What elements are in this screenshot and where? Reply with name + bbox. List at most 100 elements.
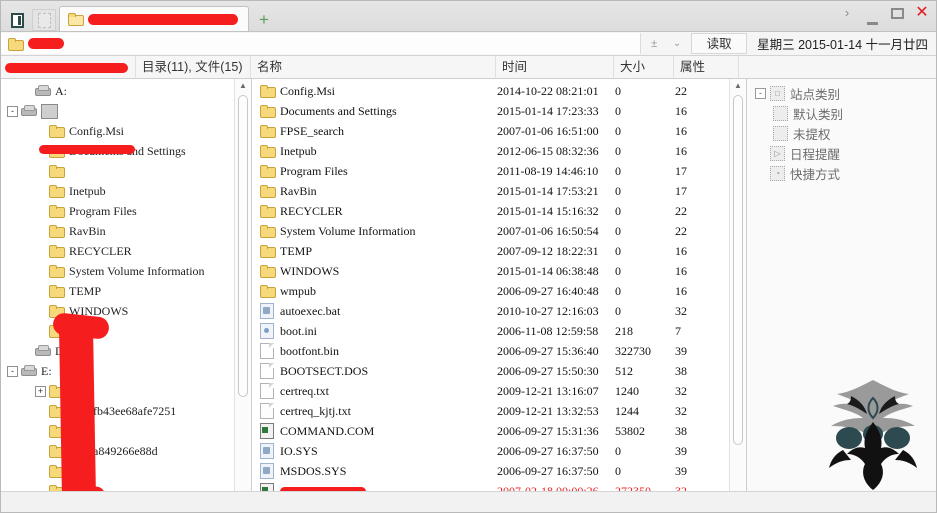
tree-item-label: 7546fb43ee68afe7251 <box>69 403 177 418</box>
tree-item[interactable]: RECYCLER <box>1 241 251 261</box>
tree-item[interactable]: D: <box>1 341 251 361</box>
maximize-button[interactable] <box>891 7 904 19</box>
column-header-name[interactable]: 名称 <box>251 56 496 78</box>
folder-icon <box>49 245 65 258</box>
cell-time: 2015-01-14 17:53:21 <box>497 183 599 198</box>
scroll-up-arrow[interactable]: ▲ <box>235 79 251 93</box>
site-category-item[interactable]: ◔ 快捷方式 <box>753 163 936 183</box>
file-name-label: Documents and Settings <box>280 103 397 118</box>
table-row[interactable]: TEMP 2007-09-12 18:22:31 0 16 <box>252 241 746 261</box>
tree-item[interactable]: Config.Msi <box>1 121 251 141</box>
tree-item[interactable]: 8729a849266e88d <box>1 441 251 461</box>
tree-item[interactable]: wmpub <box>1 321 251 341</box>
new-tab-button[interactable]: + <box>259 11 269 31</box>
secondary-panel-button[interactable] <box>32 9 56 31</box>
status-bar <box>1 491 936 512</box>
tree-item[interactable]: - <box>1 101 251 121</box>
tree-item[interactable]: Inetpub <box>1 181 251 201</box>
site-category-item[interactable]: 默认类别 <box>753 103 936 123</box>
tree-item[interactable] <box>1 161 251 181</box>
folder-icon <box>260 145 276 158</box>
tree-item[interactable]: Documents and Settings <box>1 141 251 161</box>
table-row[interactable]: Inetpub 2012-06-15 08:32:36 0 16 <box>252 141 746 161</box>
site-category-item[interactable]: - □ 站点类别 <box>753 83 936 103</box>
column-header-attr[interactable]: 属性 <box>674 56 739 78</box>
table-row[interactable]: wmpub 2006-09-27 16:40:48 0 16 <box>252 281 746 301</box>
table-row[interactable]: Documents and Settings 2015-01-14 17:23:3… <box>252 101 746 121</box>
site-category-tree: - □ 站点类别 默认类别 未提权 ▷ 日程提醒 ◔ 快捷方式 <box>747 79 936 183</box>
table-row[interactable]: Program Files 2011-08-19 14:46:10 0 17 <box>252 161 746 181</box>
file-file-icon <box>260 343 274 359</box>
list-scrollbar[interactable]: ▲ ▼ <box>729 79 746 512</box>
table-row[interactable]: certreq_kjtj.txt 2009-12-21 13:32:53 1244 3… <box>252 401 746 421</box>
folder-icon <box>49 165 65 178</box>
site-category-item[interactable]: ▷ 日程提醒 <box>753 143 936 163</box>
cell-size: 0 <box>615 283 621 298</box>
tab-active[interactable] <box>59 6 249 31</box>
tree-item[interactable] <box>1 461 251 481</box>
table-row[interactable]: IO.SYS 2006-09-27 16:37:50 0 39 <box>252 441 746 461</box>
table-row[interactable]: certreq.txt 2009-12-21 13:16:07 1240 32 <box>252 381 746 401</box>
column-header-size[interactable]: 大小 <box>614 56 674 78</box>
panel-toggle-button[interactable] <box>5 9 29 31</box>
tree-item[interactable]: System Volume Information <box>1 261 251 281</box>
tree-scroll-thumb[interactable] <box>238 95 248 397</box>
table-row[interactable]: boot.ini 2006-11-08 12:59:58 218 7 <box>252 321 746 341</box>
collapse-icon[interactable]: - <box>7 105 18 117</box>
tree-item[interactable]: c <box>1 421 251 441</box>
cell-size: 53802 <box>615 423 645 438</box>
table-row[interactable]: COMMAND.COM 2006-09-27 15:31:36 53802 38 <box>252 421 746 441</box>
tree-item[interactable]: Program Files <box>1 201 251 221</box>
folder-icon <box>260 205 276 218</box>
table-row[interactable]: RavBin 2015-01-14 17:53:21 0 17 <box>252 181 746 201</box>
tree-scrollbar[interactable]: ▲ ▼ <box>234 79 251 512</box>
folder-icon <box>49 125 65 138</box>
folder-icon <box>49 185 65 198</box>
file-list-pane: Config.Msi 2014-10-22 08:21:01 0 22 Document… <box>252 79 747 512</box>
column-header-time[interactable]: 时间 <box>496 56 614 78</box>
site-category-item[interactable]: 未提权 <box>753 123 936 143</box>
table-row[interactable]: RECYCLER 2015-01-14 15:16:32 0 22 <box>252 201 746 221</box>
cell-attr: 32 <box>675 383 687 398</box>
read-button[interactable]: 读取 <box>691 33 748 54</box>
path-input[interactable] <box>1 33 642 54</box>
tree-item[interactable]: A: <box>1 81 251 101</box>
tree-item[interactable]: WINDOWS <box>1 301 251 321</box>
tree-item[interactable]: RavBin <box>1 221 251 241</box>
folder-icon <box>260 285 276 298</box>
table-row[interactable]: BOOTSECT.DOS 2006-09-27 15:50:30 512 38 <box>252 361 746 381</box>
table-row[interactable]: System Volume Information 2007-01-06 16:5… <box>252 221 746 241</box>
table-row[interactable]: MSDOS.SYS 2006-09-27 16:37:50 0 39 <box>252 461 746 481</box>
expand-icon[interactable]: › <box>839 5 855 21</box>
chevron-down-icon[interactable]: ⌄ <box>667 38 687 49</box>
directory-tree: A: - Config.Msi Documents and Settings Inetp… <box>1 79 251 512</box>
tree-item[interactable]: 7546fb43ee68afe7251 <box>1 401 251 421</box>
path-value-redacted <box>28 38 64 49</box>
cell-time: 2015-01-14 06:38:48 <box>497 263 599 278</box>
expand-icon[interactable]: + <box>35 385 46 397</box>
table-row[interactable]: Config.Msi 2014-10-22 08:21:01 0 22 <box>252 81 746 101</box>
table-row[interactable]: bootfont.bin 2006-09-27 15:36:40 322730 39 <box>252 341 746 361</box>
table-row[interactable]: FPSE_search 2007-01-06 16:51:00 0 16 <box>252 121 746 141</box>
cell-size: 0 <box>615 243 621 258</box>
tree-item[interactable]: - E: <box>1 361 251 381</box>
folder-icon <box>260 265 276 278</box>
tree-item-label: TEMP <box>69 283 102 298</box>
collapse-icon[interactable]: - <box>755 87 766 99</box>
close-button[interactable]: ✕ <box>914 5 930 21</box>
scroll-up-arrow[interactable]: ▲ <box>730 79 746 93</box>
cell-name: Documents and Settings <box>252 104 497 119</box>
plus-minus-button[interactable]: ± <box>641 38 667 50</box>
column-header-summary: 目录(11), 文件(15) <box>136 56 251 78</box>
cell-attr: 22 <box>675 203 687 218</box>
folder-icon <box>49 145 65 158</box>
tree-item-label: Config.Msi <box>69 123 125 138</box>
list-scroll-thumb[interactable] <box>733 95 743 445</box>
tree-item[interactable]: TEMP <box>1 281 251 301</box>
table-row[interactable]: autoexec.bat 2010-10-27 12:16:03 0 32 <box>252 301 746 321</box>
tree-item[interactable]: + <box>1 381 251 401</box>
column-header-redacted[interactable] <box>1 56 136 78</box>
cell-name: TEMP <box>252 244 497 259</box>
collapse-icon[interactable]: - <box>7 365 18 377</box>
table-row[interactable]: WINDOWS 2015-01-14 06:38:48 0 16 <box>252 261 746 281</box>
